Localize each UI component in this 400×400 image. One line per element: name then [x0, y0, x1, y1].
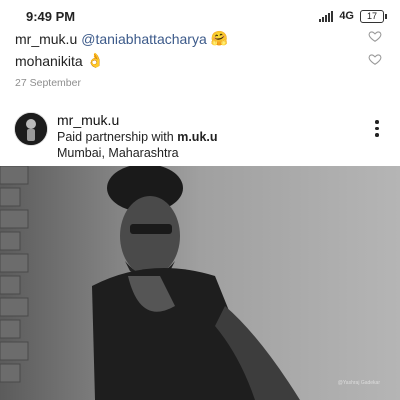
- comment-emoji: 🤗: [210, 30, 229, 46]
- post-image[interactable]: @Yashraj Gadekar: [0, 166, 400, 400]
- status-icons: 4G 17: [319, 9, 387, 23]
- more-vertical-icon[interactable]: [374, 120, 380, 137]
- comment-username[interactable]: mohanikita: [15, 53, 83, 69]
- comment-row: mohanikita 👌: [15, 52, 104, 69]
- comment-mention[interactable]: @taniabhattacharya: [81, 31, 207, 47]
- signal-icon: [319, 10, 334, 22]
- battery-level: 17: [366, 10, 377, 21]
- heart-outline-icon[interactable]: [368, 52, 382, 66]
- paid-partnership: Paid partnership with m.uk.u: [57, 130, 218, 144]
- status-bar: 9:49 PM 4G 17: [0, 0, 400, 32]
- network-type: 4G: [339, 10, 354, 22]
- partner-link[interactable]: m.uk.u: [177, 130, 217, 144]
- battery-icon: 17: [360, 9, 387, 23]
- status-time: 9:49 PM: [26, 8, 76, 24]
- post-location[interactable]: Mumbai, Maharashtra: [57, 146, 179, 160]
- post-photo: [0, 166, 400, 400]
- post-header: mr_muk.u Paid partnership with m.uk.u Mu…: [0, 110, 400, 164]
- post-date: 27 September: [15, 77, 81, 89]
- heart-outline-icon[interactable]: [368, 29, 382, 43]
- post-username[interactable]: mr_muk.u: [57, 112, 119, 128]
- paid-partnership-label: Paid partnership with: [57, 130, 174, 144]
- avatar[interactable]: [14, 112, 48, 146]
- comment-emoji: 👌: [86, 52, 105, 68]
- comment-row: mr_muk.u @taniabhattacharya 🤗: [15, 30, 228, 47]
- photo-credit: @Yashraj Gadekar: [337, 380, 380, 386]
- comment-username[interactable]: mr_muk.u: [15, 31, 77, 47]
